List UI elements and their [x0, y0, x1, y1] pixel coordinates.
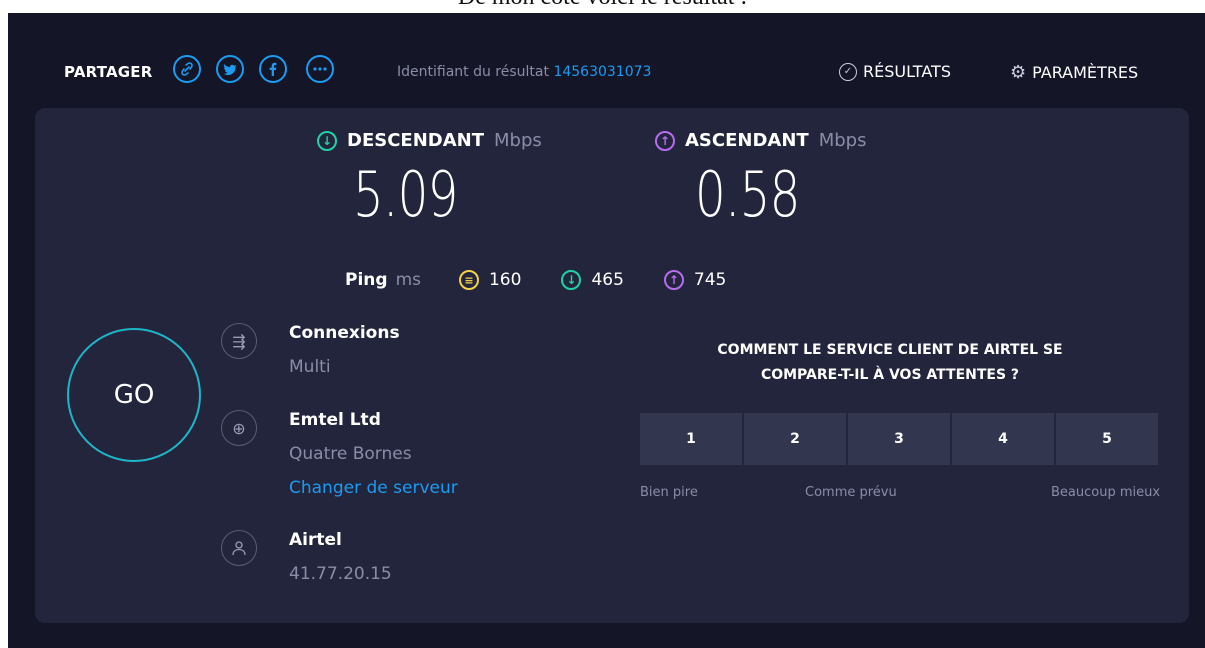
rating-option-1[interactable]: 1 [640, 413, 742, 465]
gear-icon: ⚙ [1010, 62, 1027, 83]
connections-value: Multi [289, 357, 331, 377]
ping-label: Ping [345, 270, 388, 290]
ping-row: Ping ms ≡ 160 ↓ 465 ↑ 745 [345, 270, 766, 290]
top-bar: PARTAGER Identifiant du résultat 1456303… [8, 13, 1205, 103]
download-unit: Mbps [494, 130, 542, 151]
more-icon[interactable] [306, 55, 334, 83]
download-metric: ↓ DESCENDANT Mbps 5.09 [317, 130, 542, 231]
result-id-label: Identifiant du résultat [397, 64, 549, 80]
settings-nav-label: PARAMÈTRES [1032, 63, 1139, 82]
connections-title: Connexions [289, 323, 400, 343]
server-title: Emtel Ltd [289, 410, 381, 430]
rating-mid-label: Comme prévu [805, 485, 897, 500]
ping-idle-value: 160 [488, 270, 522, 290]
upload-latency-icon: ↑ [663, 270, 684, 290]
upload-label: ASCENDANT [685, 130, 809, 151]
download-latency-icon: ↓ [561, 270, 582, 290]
rating-option-4[interactable]: 4 [952, 413, 1054, 465]
idle-latency-icon: ≡ [458, 270, 479, 290]
ping-upload-value: 745 [693, 270, 727, 290]
rating-high-label: Beaucoup mieux [1051, 485, 1161, 500]
results-panel: ↓ DESCENDANT Mbps 5.09 ↑ ASCENDANT Mbps … [35, 108, 1189, 623]
go-button[interactable]: GO [67, 328, 201, 462]
upload-arrow-icon: ↑ [655, 130, 675, 151]
settings-nav[interactable]: ⚙ PARAMÈTRES [1010, 62, 1138, 83]
speedtest-app: PARTAGER Identifiant du résultat 1456303… [8, 13, 1205, 648]
results-nav-label: RÉSULTATS [863, 62, 951, 81]
survey-question-line1: COMMENT LE SERVICE CLIENT DE AIRTEL SE [717, 342, 1063, 358]
results-nav[interactable]: ✓ RÉSULTATS [839, 62, 951, 81]
ping-unit: ms [395, 270, 421, 290]
upload-unit: Mbps [818, 130, 867, 151]
upload-metric: ↑ ASCENDANT Mbps 0.58 [655, 130, 867, 231]
server-location: Quatre Bornes [289, 444, 412, 464]
connections-icon: ⇶ [221, 323, 257, 359]
share-label: PARTAGER [64, 63, 153, 81]
download-label: DESCENDANT [347, 130, 484, 151]
result-id-link[interactable]: 14563031073 [553, 64, 651, 80]
link-icon[interactable] [173, 55, 201, 83]
rating-option-2[interactable]: 2 [744, 413, 846, 465]
survey-question-line2: COMPARE-T-IL À VOS ATTENTES ? [760, 367, 1020, 383]
rating-low-label: Bien pire [640, 485, 698, 500]
user-icon [221, 530, 257, 566]
rating-option-5[interactable]: 5 [1056, 413, 1158, 465]
check-circle-icon: ✓ [839, 62, 857, 81]
ping-download-value: 465 [591, 270, 624, 290]
caption-text: De mon côté voici le résultat : [0, 0, 1205, 11]
download-arrow-icon: ↓ [317, 130, 337, 151]
provider-title: Airtel [289, 530, 342, 550]
upload-value: 0.58 [695, 158, 800, 231]
download-value: 5.09 [353, 158, 458, 231]
result-id: Identifiant du résultat 14563031073 [397, 64, 651, 80]
globe-icon: ⊕ [221, 410, 257, 446]
provider-ip: 41.77.20.15 [289, 564, 392, 584]
facebook-icon[interactable] [259, 55, 287, 83]
survey-question: COMMENT LE SERVICE CLIENT DE AIRTEL SE C… [665, 338, 1115, 388]
twitter-icon[interactable] [216, 55, 244, 83]
rating-scale: 1 2 3 4 5 [640, 413, 1158, 465]
change-server-link[interactable]: Changer de serveur [289, 478, 458, 498]
rating-option-3[interactable]: 3 [848, 413, 950, 465]
